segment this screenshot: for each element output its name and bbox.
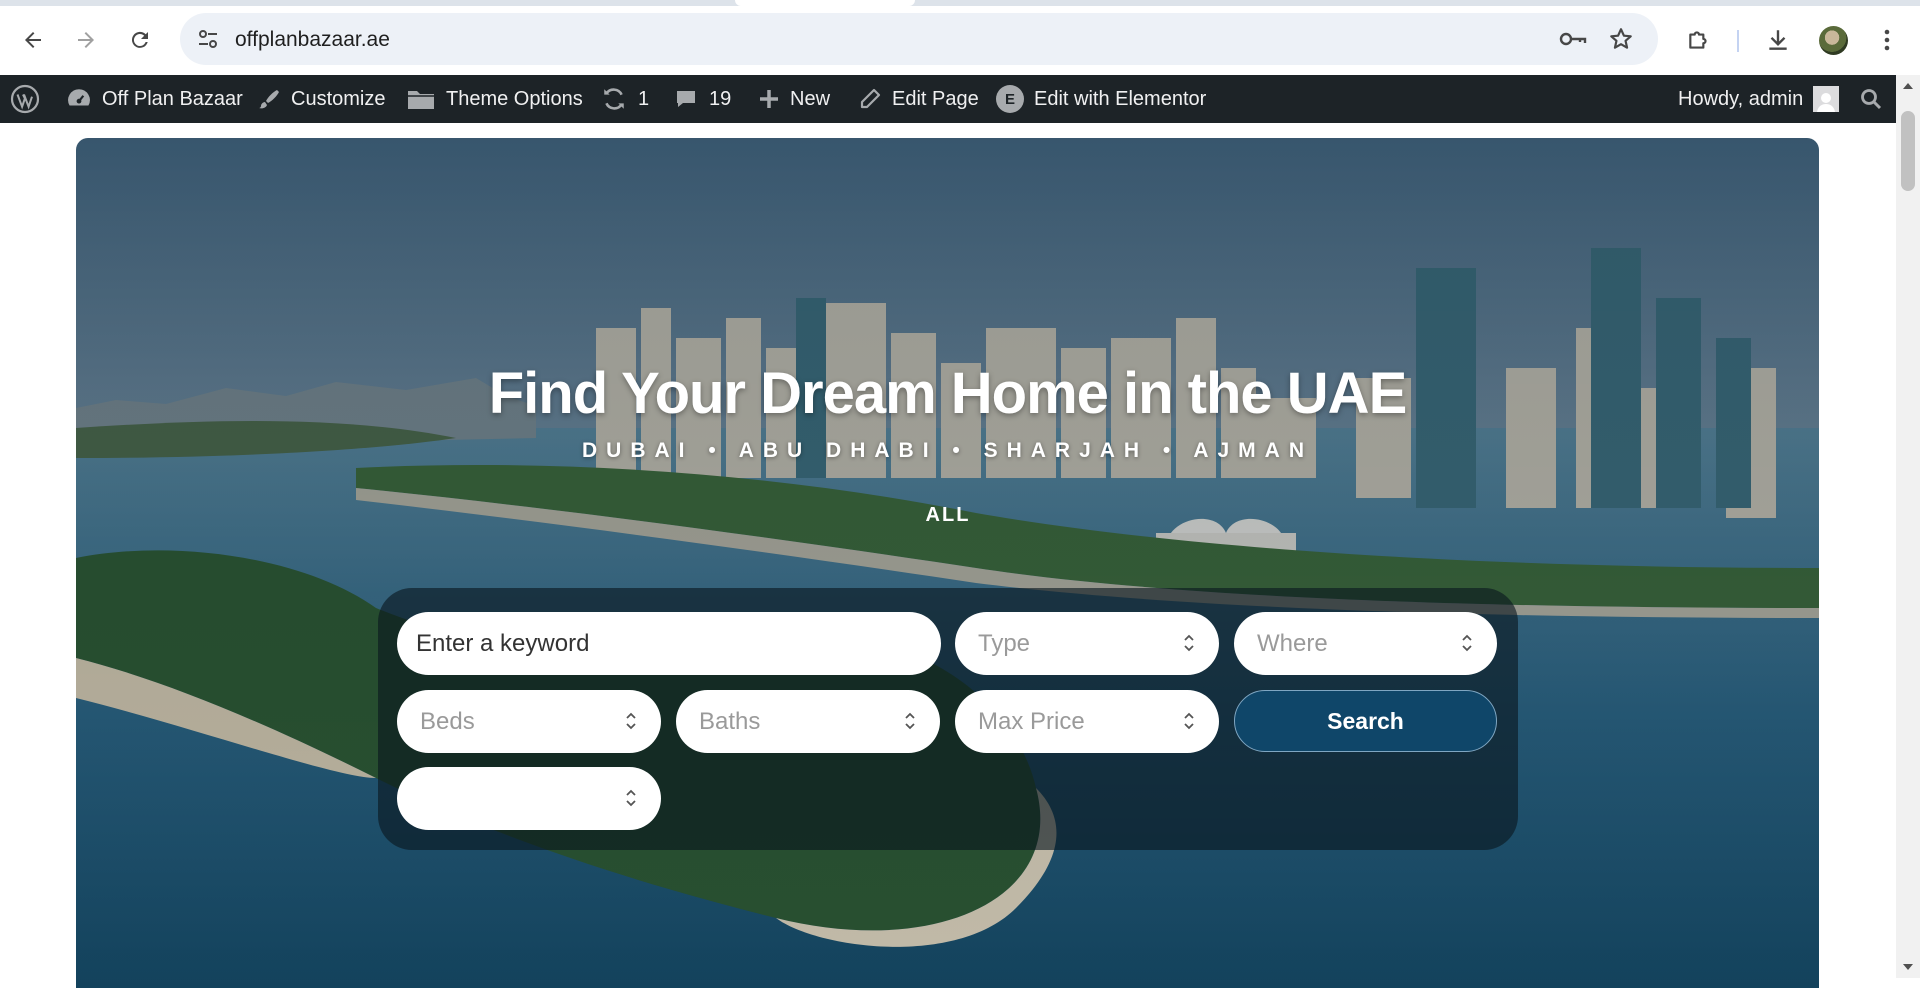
- where-select[interactable]: Where: [1234, 612, 1497, 675]
- reload-button[interactable]: [120, 20, 160, 60]
- download-icon: [1769, 30, 1787, 50]
- browser-toolbar: offplanbazaar.ae: [0, 6, 1920, 74]
- site-name-menu[interactable]: Off Plan Bazaar: [66, 75, 243, 123]
- scrollbar-thumb[interactable]: [1901, 111, 1915, 191]
- tab-all[interactable]: ALL: [914, 500, 982, 530]
- beds-select-label: Beds: [420, 708, 475, 735]
- password-key-icon[interactable]: [1558, 27, 1588, 51]
- my-account-menu[interactable]: Howdy, admin: [1678, 75, 1840, 123]
- updates-count: 1: [638, 87, 650, 110]
- max-price-select[interactable]: Max Price: [955, 690, 1219, 753]
- type-select-label: Type: [978, 630, 1031, 657]
- customize-label: Customize: [291, 87, 386, 110]
- where-select-label: Where: [1257, 630, 1328, 657]
- search-form: Type Where Beds Baths Max Price Search: [378, 588, 1518, 850]
- plus-icon: [760, 90, 778, 108]
- elementor-label: Edit with Elementor: [1034, 87, 1207, 110]
- new-content-menu[interactable]: New: [758, 75, 830, 123]
- admin-avatar: [1813, 86, 1840, 112]
- theme-options-menu[interactable]: Theme Options: [406, 75, 583, 123]
- comments-count: 19: [709, 87, 732, 110]
- site-name-label: Off Plan Bazaar: [102, 87, 243, 110]
- toolbar-divider: [1737, 30, 1739, 52]
- paintbrush-icon: [259, 90, 279, 109]
- theme-options-label: Theme Options: [446, 87, 583, 110]
- baths-select-label: Baths: [699, 708, 761, 735]
- forward-button[interactable]: [66, 20, 106, 60]
- search-icon: [1861, 89, 1882, 110]
- site-settings-icon[interactable]: [196, 27, 220, 51]
- edit-page-label: Edit Page: [892, 87, 979, 110]
- keyword-field[interactable]: [397, 612, 941, 675]
- user-silhouette-icon: [1817, 93, 1836, 112]
- admin-search-button[interactable]: [1859, 75, 1883, 123]
- updown-chevron-icon: [626, 712, 636, 730]
- extensions-button[interactable]: [1683, 24, 1715, 56]
- dashboard-icon: [68, 89, 90, 106]
- hero-banner: Find Your Dream Home in the UAE DUBAI • …: [76, 138, 1819, 988]
- scroll-down-arrow-icon[interactable]: [1903, 964, 1913, 970]
- elementor-icon: E: [996, 85, 1024, 113]
- hero-title: Find Your Dream Home in the UAE: [488, 361, 1408, 426]
- customize-menu[interactable]: Customize: [257, 75, 385, 123]
- downloads-button[interactable]: [1762, 24, 1794, 56]
- edit-page-menu[interactable]: Edit Page: [858, 75, 979, 123]
- url-text[interactable]: offplanbazaar.ae: [235, 28, 390, 52]
- profile-avatar[interactable]: [1819, 26, 1848, 55]
- arrow-right-icon: [78, 32, 94, 48]
- updates-menu[interactable]: 1: [600, 75, 649, 123]
- updown-chevron-icon: [905, 712, 915, 730]
- folder-icon: [408, 91, 434, 109]
- reload-icon: [131, 31, 148, 48]
- search-button[interactable]: Search: [1234, 690, 1497, 752]
- new-label: New: [790, 87, 831, 110]
- comment-bubble-icon: [677, 91, 695, 107]
- max-price-select-label: Max Price: [978, 708, 1085, 735]
- extra-select[interactable]: [397, 767, 661, 830]
- wordpress-icon: [10, 84, 40, 114]
- updown-chevron-icon: [1184, 712, 1194, 730]
- comments-menu[interactable]: 19: [673, 75, 731, 123]
- beds-select[interactable]: Beds: [397, 690, 661, 753]
- wp-admin-bar: Off Plan Bazaar Customize Theme Options …: [0, 75, 1920, 123]
- chrome-menu-button[interactable]: [1871, 24, 1903, 56]
- page-content: Find Your Dream Home in the UAE DUBAI • …: [0, 123, 1896, 988]
- hero-subtitle: DUBAI • ABU DHABI • SHARJAH • AJMAN: [581, 439, 1313, 462]
- keyword-input[interactable]: [397, 612, 941, 675]
- updates-icon: [604, 88, 624, 110]
- updown-chevron-icon: [1184, 634, 1194, 652]
- bookmark-star-icon[interactable]: [1608, 26, 1634, 52]
- greeting-label: Howdy, admin: [1678, 87, 1804, 110]
- scroll-up-arrow-icon[interactable]: [1903, 83, 1913, 89]
- updown-chevron-icon: [626, 789, 636, 807]
- wp-logo-menu[interactable]: [10, 75, 40, 123]
- kebab-menu-icon: [1884, 29, 1890, 51]
- page-scrollbar[interactable]: [1896, 75, 1920, 978]
- puzzle-icon: [1689, 31, 1707, 49]
- baths-select[interactable]: Baths: [676, 690, 940, 753]
- edit-with-elementor-menu[interactable]: E Edit with Elementor: [996, 75, 1206, 123]
- arrow-left-icon: [25, 32, 41, 48]
- updown-chevron-icon: [1462, 634, 1472, 652]
- back-button[interactable]: [13, 20, 53, 60]
- address-bar[interactable]: offplanbazaar.ae: [180, 13, 1658, 65]
- pencil-icon: [860, 88, 881, 109]
- hero-background-image: [76, 138, 1819, 988]
- type-select[interactable]: Type: [955, 612, 1219, 675]
